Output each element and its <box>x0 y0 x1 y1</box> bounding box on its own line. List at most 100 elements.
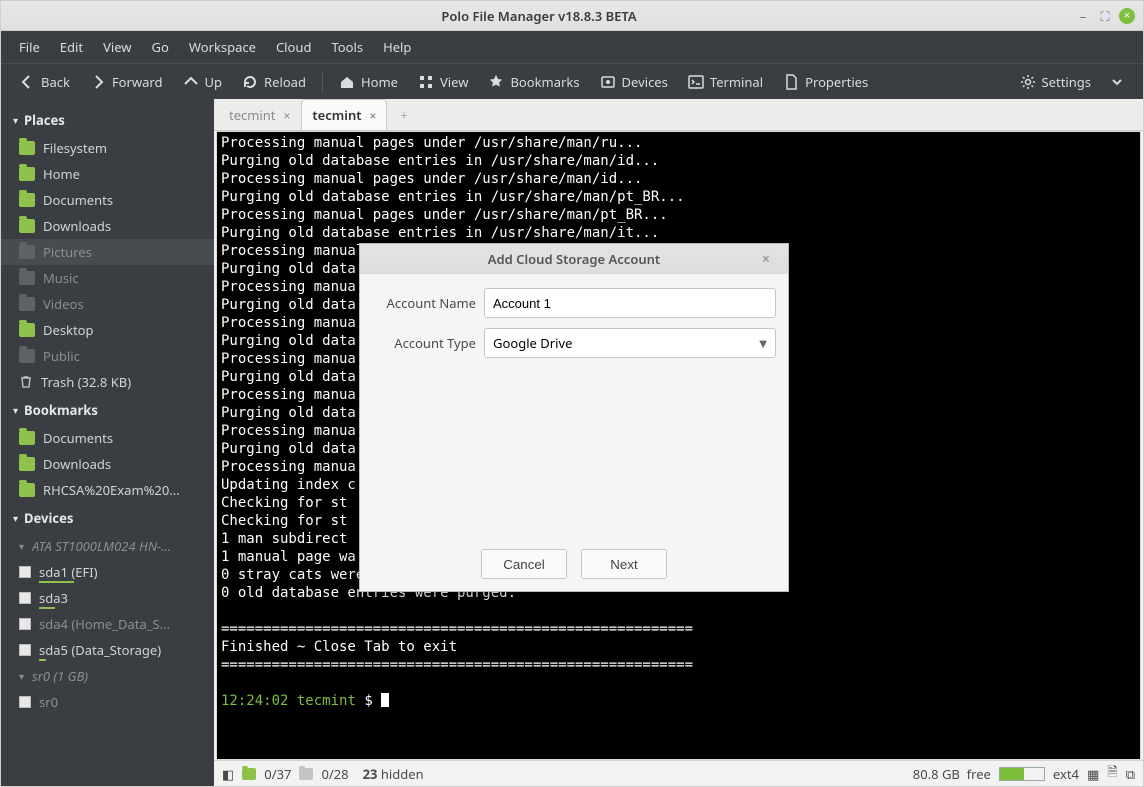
status-count-2: 0/28 <box>321 765 348 783</box>
close-icon[interactable]: × <box>1119 8 1135 24</box>
tab-add-button[interactable]: + <box>387 99 420 130</box>
account-name-label: Account Name <box>372 294 476 312</box>
back-button[interactable]: Back <box>9 64 80 99</box>
arrow-right-icon <box>90 74 106 90</box>
checkbox-icon[interactable] <box>19 618 31 630</box>
sidebar-bookmark[interactable]: RHCSA%20Exam%20... <box>1 477 214 503</box>
layout-toggle-icon[interactable]: ◧ <box>222 765 234 783</box>
gear-icon <box>1020 74 1036 90</box>
trash-icon <box>19 375 33 389</box>
menu-cloud[interactable]: Cloud <box>266 38 321 56</box>
device-header[interactable]: ▾sr0 (1 GB) <box>1 663 214 689</box>
checkbox-icon[interactable] <box>19 696 31 708</box>
up-button[interactable]: Up <box>173 64 233 99</box>
devices-header[interactable]: ▾Devices <box>1 503 214 533</box>
menu-help[interactable]: Help <box>373 38 421 56</box>
status-fstype: ext4 <box>1053 765 1079 783</box>
status-count-1: 0/37 <box>264 765 291 783</box>
status-free: 80.8 GB free <box>913 765 991 783</box>
sidebar-item-home[interactable]: Home <box>1 161 214 187</box>
next-button[interactable]: Next <box>581 549 667 579</box>
menu-edit[interactable]: Edit <box>50 38 93 56</box>
menu-file[interactable]: File <box>9 38 50 56</box>
chevron-down-icon: ▾ <box>13 511 18 525</box>
tab-tecmint-1[interactable]: tecmint× <box>218 99 301 130</box>
account-type-select[interactable]: Google Drive ▼ <box>484 328 776 358</box>
view-button[interactable]: View <box>408 64 478 99</box>
close-icon[interactable]: × <box>284 107 291 124</box>
folder-icon <box>19 323 35 337</box>
checkbox-icon[interactable] <box>19 592 31 604</box>
folder-icon <box>19 193 35 207</box>
account-type-label: Account Type <box>372 334 476 352</box>
usage-bar <box>999 767 1045 781</box>
folder-icon <box>19 457 35 471</box>
grid-icon[interactable]: ▦ <box>1087 765 1099 783</box>
sidebar-item-public[interactable]: Public <box>1 343 214 369</box>
folder-icon <box>19 483 35 497</box>
sidebar-item-trash[interactable]: Trash (32.8 KB) <box>1 369 214 395</box>
sidebar-item-documents[interactable]: Documents <box>1 187 214 213</box>
device-partition[interactable]: sda1 (EFI) <box>1 559 214 585</box>
statusbar: ◧ 0/37 0/28 23 hidden 80.8 GB free ext4 … <box>214 760 1143 786</box>
bookmarks-header[interactable]: ▾Bookmarks <box>1 395 214 425</box>
document-icon[interactable]: 🗎 <box>1107 762 1117 785</box>
sidebar-item-filesystem[interactable]: Filesystem <box>1 135 214 161</box>
disk-icon <box>600 74 616 90</box>
sidebar-item-videos[interactable]: Videos <box>1 291 214 317</box>
forward-button[interactable]: Forward <box>80 64 173 99</box>
close-icon[interactable]: × <box>762 250 780 268</box>
window-title: Polo File Manager v18.8.3 BETA <box>9 7 1069 25</box>
menubar: File Edit View Go Workspace Cloud Tools … <box>1 31 1143 63</box>
sidebar-item-music[interactable]: Music <box>1 265 214 291</box>
folder-icon <box>19 349 35 363</box>
maximize-icon[interactable]: ⛶ <box>1097 8 1113 24</box>
folder-icon <box>19 431 35 445</box>
device-partition[interactable]: sda5 (Data_Storage) <box>1 637 214 663</box>
terminal-button[interactable]: Terminal <box>678 64 773 99</box>
sidebar-item-pictures[interactable]: Pictures <box>1 239 214 265</box>
chevron-down-icon: ▼ <box>759 336 767 350</box>
chevron-down-icon: ▾ <box>19 539 24 553</box>
toolbar-menu-button[interactable] <box>1101 64 1135 99</box>
folder-icon <box>19 141 35 155</box>
arrow-left-icon <box>19 74 35 90</box>
device-partition[interactable]: sda4 (Home_Data_S... <box>1 611 214 637</box>
tab-tecmint-2[interactable]: tecmint× <box>301 99 387 130</box>
places-header[interactable]: ▾Places <box>1 105 214 135</box>
properties-button[interactable]: Properties <box>773 64 878 99</box>
document-icon <box>783 74 799 90</box>
external-icon[interactable]: ⧉ <box>1126 765 1135 783</box>
close-icon[interactable]: × <box>370 107 377 124</box>
chevron-down-icon: ▾ <box>13 113 18 127</box>
chevron-down-icon <box>1109 74 1125 90</box>
device-partition[interactable]: sr0 <box>1 689 214 715</box>
menu-workspace[interactable]: Workspace <box>179 38 266 56</box>
sidebar: ▾Places FilesystemHomeDocumentsDownloads… <box>1 99 214 786</box>
sidebar-bookmark[interactable]: Documents <box>1 425 214 451</box>
bookmarks-button[interactable]: Bookmarks <box>478 64 589 99</box>
terminal-icon <box>688 74 704 90</box>
settings-button[interactable]: Settings <box>1010 64 1101 99</box>
sidebar-item-downloads[interactable]: Downloads <box>1 213 214 239</box>
sidebar-item-desktop[interactable]: Desktop <box>1 317 214 343</box>
minimize-icon[interactable]: – <box>1075 8 1091 24</box>
home-button[interactable]: Home <box>329 64 408 99</box>
device-header[interactable]: ▾ATA ST1000LM024 HN-... <box>1 533 214 559</box>
checkbox-icon[interactable] <box>19 566 31 578</box>
menu-go[interactable]: Go <box>142 38 179 56</box>
menu-view[interactable]: View <box>93 38 141 56</box>
account-name-input[interactable] <box>484 288 776 318</box>
folder-icon <box>242 768 256 780</box>
folder-icon <box>19 297 35 311</box>
star-icon <box>488 74 504 90</box>
device-partition[interactable]: sda3 <box>1 585 214 611</box>
arrow-up-icon <box>183 74 199 90</box>
cancel-button[interactable]: Cancel <box>481 549 567 579</box>
devices-button[interactable]: Devices <box>590 64 678 99</box>
reload-button[interactable]: Reload <box>232 64 316 99</box>
menu-tools[interactable]: Tools <box>321 38 373 56</box>
checkbox-icon[interactable] <box>19 644 31 656</box>
sidebar-bookmark[interactable]: Downloads <box>1 451 214 477</box>
chevron-down-icon: ▾ <box>13 403 18 417</box>
